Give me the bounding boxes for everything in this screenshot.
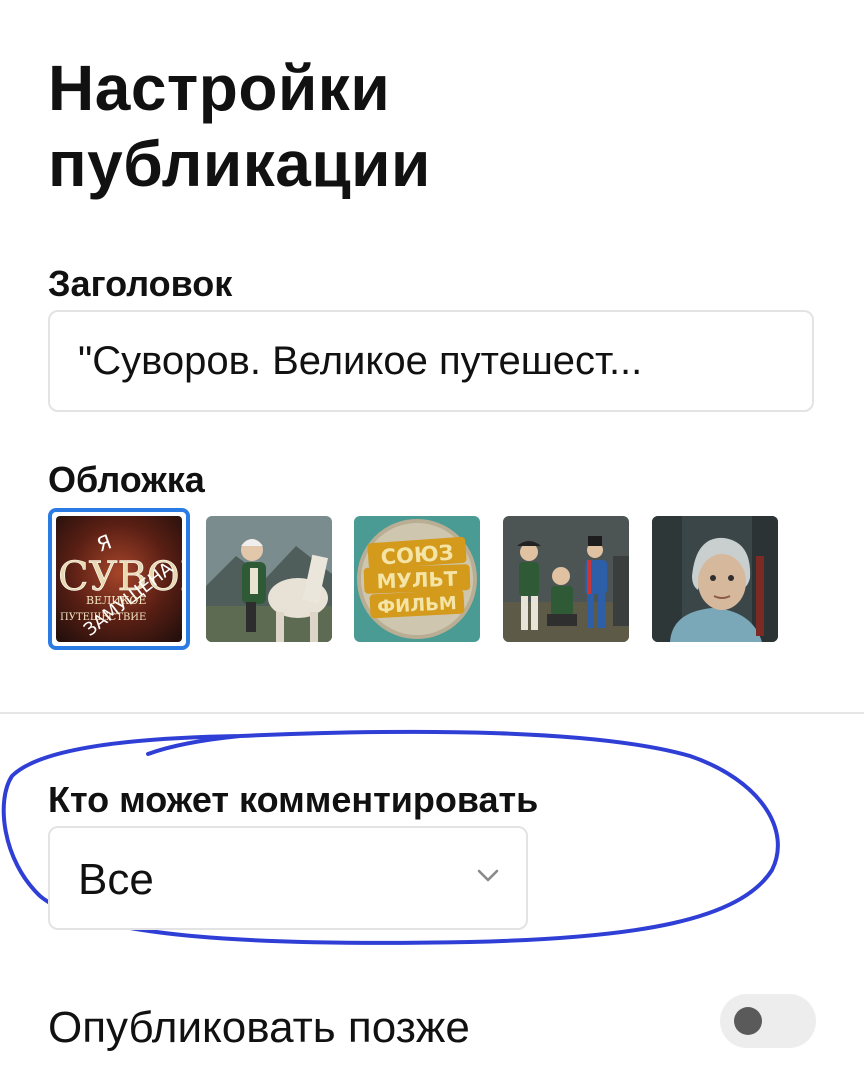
title-input[interactable] bbox=[78, 312, 798, 410]
cover-overlay-text-2: МУЛЬТ bbox=[376, 567, 458, 594]
title-field[interactable] bbox=[48, 310, 814, 412]
cover-thumbnail-image bbox=[652, 516, 778, 642]
cover-overlay-text-1: СОЮЗ bbox=[380, 540, 454, 569]
cover-thumbnail-image: СОЮЗ МУЛЬТ ФИЛЬМ bbox=[354, 516, 480, 642]
page-title: Настройки публикации bbox=[48, 52, 431, 200]
cover-section-label: Обложка bbox=[48, 459, 205, 500]
publication-settings-page: Настройки публикации Заголовок Обложка bbox=[0, 0, 864, 1080]
title-section-label: Заголовок bbox=[48, 263, 233, 304]
cover-thumbnail-image bbox=[206, 516, 332, 642]
cover-thumbnail-image bbox=[503, 516, 629, 642]
cover-overlay-text-5: ПУТЕШЕСТВИЕ bbox=[60, 612, 146, 623]
cover-thumbnail-5[interactable] bbox=[652, 516, 778, 642]
comments-permission-select[interactable]: Все bbox=[48, 826, 528, 930]
comments-section-label: Кто может комментировать bbox=[48, 779, 539, 820]
cover-overlay-text-4: ВЕЛИКОЕ bbox=[86, 594, 146, 607]
section-divider bbox=[0, 712, 864, 714]
toggle-knob bbox=[734, 1007, 762, 1035]
comments-permission-value: Все bbox=[78, 855, 154, 904]
cover-thumbnail-list: Я СУВОРО ЗАМУЩЕНА ВЕЛИКОЕ ПУТЕШЕСТВИЕ bbox=[48, 508, 828, 653]
cover-thumbnail-selected[interactable]: Я СУВОРО ЗАМУЩЕНА ВЕЛИКОЕ ПУТЕШЕСТВИЕ bbox=[48, 508, 190, 650]
publish-later-toggle[interactable] bbox=[720, 994, 816, 1048]
cover-thumbnail-image: Я СУВОРО ЗАМУЩЕНА ВЕЛИКОЕ ПУТЕШЕСТВИЕ bbox=[56, 516, 182, 642]
cover-thumbnail-2[interactable] bbox=[206, 516, 332, 642]
cover-overlay-text-3: ФИЛЬМ bbox=[377, 593, 457, 618]
cover-thumbnail-4[interactable] bbox=[503, 516, 629, 642]
chevron-down-icon bbox=[477, 869, 499, 882]
cover-thumbnail-3[interactable]: СОЮЗ МУЛЬТ ФИЛЬМ bbox=[354, 516, 480, 642]
publish-later-label: Опубликовать позже bbox=[48, 1003, 470, 1052]
